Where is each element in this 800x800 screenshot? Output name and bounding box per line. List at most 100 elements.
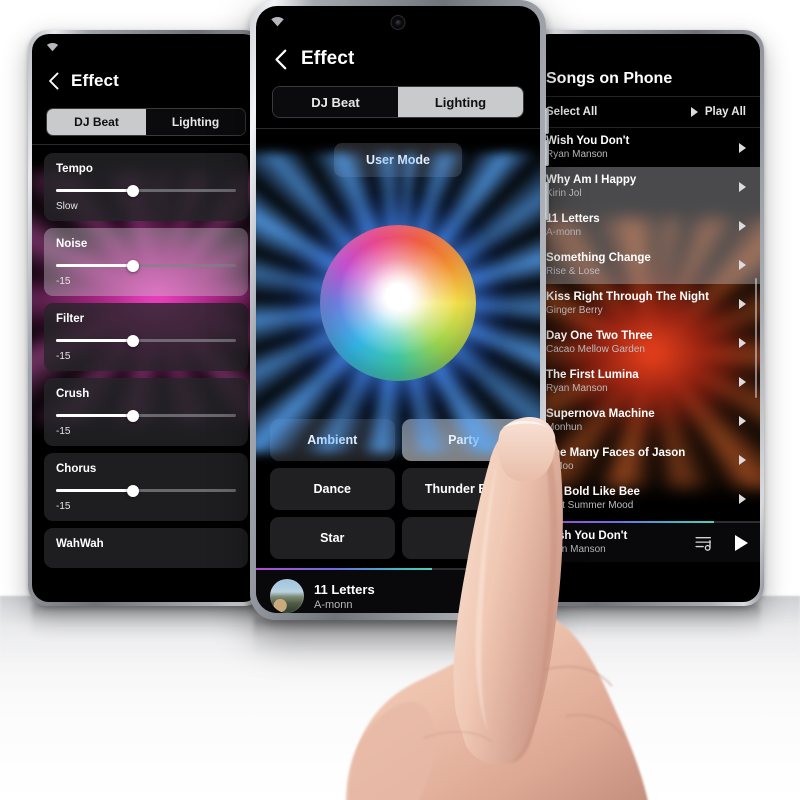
song-title: Something Change <box>546 252 651 264</box>
effect-slider[interactable] <box>56 409 236 422</box>
play-outline-icon[interactable] <box>739 376 746 387</box>
now-playing-artist: A-monn <box>314 598 353 611</box>
play-outline-icon[interactable] <box>739 415 746 426</box>
tab-dj-beat[interactable]: DJ Beat <box>273 87 398 117</box>
effect-slider[interactable] <box>56 334 236 347</box>
right-page-title: Songs on Phone <box>546 70 673 87</box>
effect-slider[interactable] <box>56 484 236 497</box>
left-effects-scroll[interactable]: Tempo Slow Noise -15 Filter -15 Crush -1… <box>32 145 260 602</box>
effect-value: Slow <box>56 201 78 212</box>
table-row[interactable]: Supernova Machine Monhun <box>532 401 760 440</box>
effect-value: -15 <box>56 426 71 437</box>
table-row[interactable]: Wish You Don't Ryan Manson <box>532 128 760 167</box>
right-progress-bar[interactable] <box>532 521 760 523</box>
effect-slider[interactable] <box>56 184 236 197</box>
center-progress-bar[interactable] <box>256 568 540 570</box>
play-outline-icon[interactable] <box>739 181 746 192</box>
effect-slider[interactable] <box>56 259 236 272</box>
screenshot-stage: Effect DJ Beat Lighting Tempo Slow Noise… <box>0 0 800 800</box>
table-row[interactable]: The First Lumina Ryan Manson <box>532 362 760 401</box>
effect-card-crush[interactable]: Crush -15 <box>44 378 248 446</box>
preset-party[interactable]: Party <box>401 419 526 461</box>
preset-dance[interactable]: Dance <box>270 468 395 510</box>
preset-ambient[interactable]: Ambient <box>270 419 395 461</box>
center-now-playing-bar[interactable]: 11 Letters A-monn <box>256 570 540 613</box>
song-artist: Kirin Jol <box>546 188 582 199</box>
play-all-label: Play All <box>704 106 746 118</box>
queue-music-icon[interactable] <box>695 535 715 551</box>
album-art-thumbnail <box>270 579 304 613</box>
song-artist: Ryan Manson <box>546 383 608 394</box>
song-artist: Monhun <box>546 422 583 433</box>
song-list[interactable]: Wish You Don't Ryan Manson Why Am I Happ… <box>532 128 760 521</box>
effect-card-wahwah[interactable]: WahWah <box>44 528 248 568</box>
play-outline-icon[interactable] <box>739 142 746 153</box>
volume-down-button[interactable] <box>545 140 549 166</box>
song-artist: Cacao Mellow Garden <box>546 344 645 355</box>
table-row[interactable]: Day One Two Three Cacao Mellow Garden <box>532 323 760 362</box>
play-outline-icon[interactable] <box>739 337 746 348</box>
play-outline-icon[interactable] <box>739 220 746 231</box>
song-artist: Ryan Manson <box>546 149 608 160</box>
effect-value: -15 <box>56 501 71 512</box>
power-button[interactable] <box>545 182 549 220</box>
effect-label: Tempo <box>56 163 93 175</box>
left-page-title: Effect <box>71 71 119 90</box>
play-outline-icon[interactable] <box>739 298 746 309</box>
play-outline-icon <box>690 107 698 117</box>
tab-dj-beat[interactable]: DJ Beat <box>47 109 146 135</box>
effect-label: Noise <box>56 238 88 250</box>
table-row[interactable]: 11 Letters A-monn <box>532 206 760 245</box>
table-row[interactable]: Why Am I Happy Kirin Jol <box>532 167 760 206</box>
right-phone-screen: Songs on Phone Select All Play All Wish … <box>532 34 760 602</box>
effect-card-filter[interactable]: Filter -15 <box>44 303 248 371</box>
effect-card-noise[interactable]: Noise -15 <box>44 228 248 296</box>
tab-lighting[interactable]: Lighting <box>398 87 523 117</box>
right-scrollbar[interactable] <box>754 278 757 398</box>
color-picker-wheel[interactable] <box>320 225 476 381</box>
preset-star[interactable]: Star <box>270 517 395 559</box>
right-now-playing-bar[interactable]: Wish You Don't Ryan Manson <box>532 523 760 562</box>
effect-value: -15 <box>56 351 71 362</box>
effect-card-chorus[interactable]: Chorus -15 <box>44 453 248 521</box>
now-playing-artist: Ryan Manson <box>544 544 606 555</box>
song-title: Why Am I Happy <box>546 174 637 186</box>
volume-up-button[interactable] <box>545 108 549 134</box>
play-outline-icon[interactable] <box>739 454 746 465</box>
user-mode-button[interactable]: User Mode <box>334 143 462 177</box>
song-artist: A-monn <box>546 227 582 238</box>
play-icon[interactable] <box>513 588 526 604</box>
play-outline-icon[interactable] <box>739 493 746 504</box>
front-camera-icon <box>390 15 406 30</box>
song-artist: Y.Moo <box>546 461 574 472</box>
play-all-button[interactable]: Play All <box>690 106 746 118</box>
select-all-button[interactable]: Select All <box>546 106 597 118</box>
table-row[interactable]: Something Change Rise & Lose <box>532 245 760 284</box>
play-icon[interactable] <box>735 534 748 551</box>
left-phone-screen: Effect DJ Beat Lighting Tempo Slow Noise… <box>32 34 260 602</box>
effect-card-tempo[interactable]: Tempo Slow <box>44 153 248 221</box>
effect-value: -15 <box>56 276 71 287</box>
color-wheel-zone <box>256 153 540 453</box>
center-page-title: Effect <box>301 48 355 69</box>
song-title: The First Lumina <box>546 369 639 381</box>
song-title: The Many Faces of Jason <box>546 447 686 459</box>
left-effects-list: Tempo Slow Noise -15 Filter -15 Crush -1… <box>32 145 260 568</box>
preset-empty[interactable] <box>401 517 526 559</box>
center-phone: Effect DJ Beat Lighting User Mode Ambien… <box>250 0 549 620</box>
song-artist: Last Summer Mood <box>546 500 634 511</box>
preset-thunder-bolt[interactable]: Thunder Bolt <box>401 468 526 510</box>
table-row[interactable]: The Many Faces of Jason Y.Moo <box>532 440 760 479</box>
chevron-left-icon[interactable] <box>48 72 59 90</box>
play-outline-icon[interactable] <box>739 259 746 270</box>
left-effect-tabs: DJ Beat Lighting <box>46 108 246 136</box>
lighting-preset-grid: Ambient Party Dance Thunder Bolt Star <box>256 419 540 559</box>
left-phone: Effect DJ Beat Lighting Tempo Slow Noise… <box>28 30 264 606</box>
song-title: Kiss Right Through The Night <box>546 291 709 303</box>
table-row[interactable]: Kiss Right Through The Night Ginger Berr… <box>532 284 760 323</box>
tab-lighting[interactable]: Lighting <box>146 109 245 135</box>
table-row[interactable]: Be Bold Like Bee Last Summer Mood <box>532 479 760 518</box>
song-artist: Rise & Lose <box>546 266 600 277</box>
right-phone: Songs on Phone Select All Play All Wish … <box>528 30 764 606</box>
chevron-left-icon[interactable] <box>274 49 287 70</box>
